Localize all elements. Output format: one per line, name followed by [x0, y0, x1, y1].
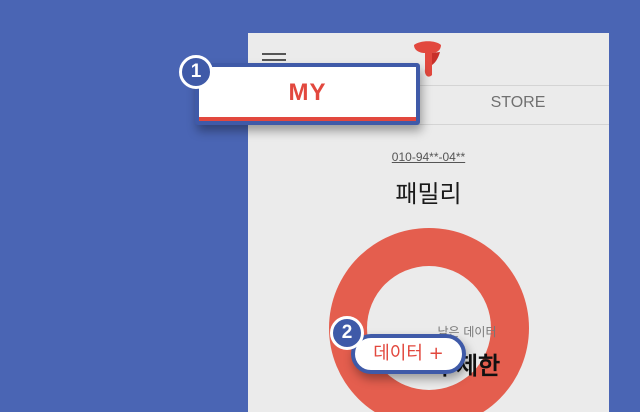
step-2-badge: 2 — [330, 316, 364, 350]
add-data-button[interactable]: 데이터 + — [351, 334, 466, 374]
step-1-badge: 1 — [179, 55, 213, 89]
plan-name: 패밀리 — [395, 180, 462, 208]
tab-store[interactable]: STORE — [463, 88, 573, 118]
my-tab-callout[interactable]: MY — [195, 63, 420, 125]
phone-number[interactable]: 010-94**-04** — [248, 150, 609, 164]
active-tab-indicator — [199, 117, 416, 121]
tab-my[interactable]: MY — [199, 79, 416, 107]
